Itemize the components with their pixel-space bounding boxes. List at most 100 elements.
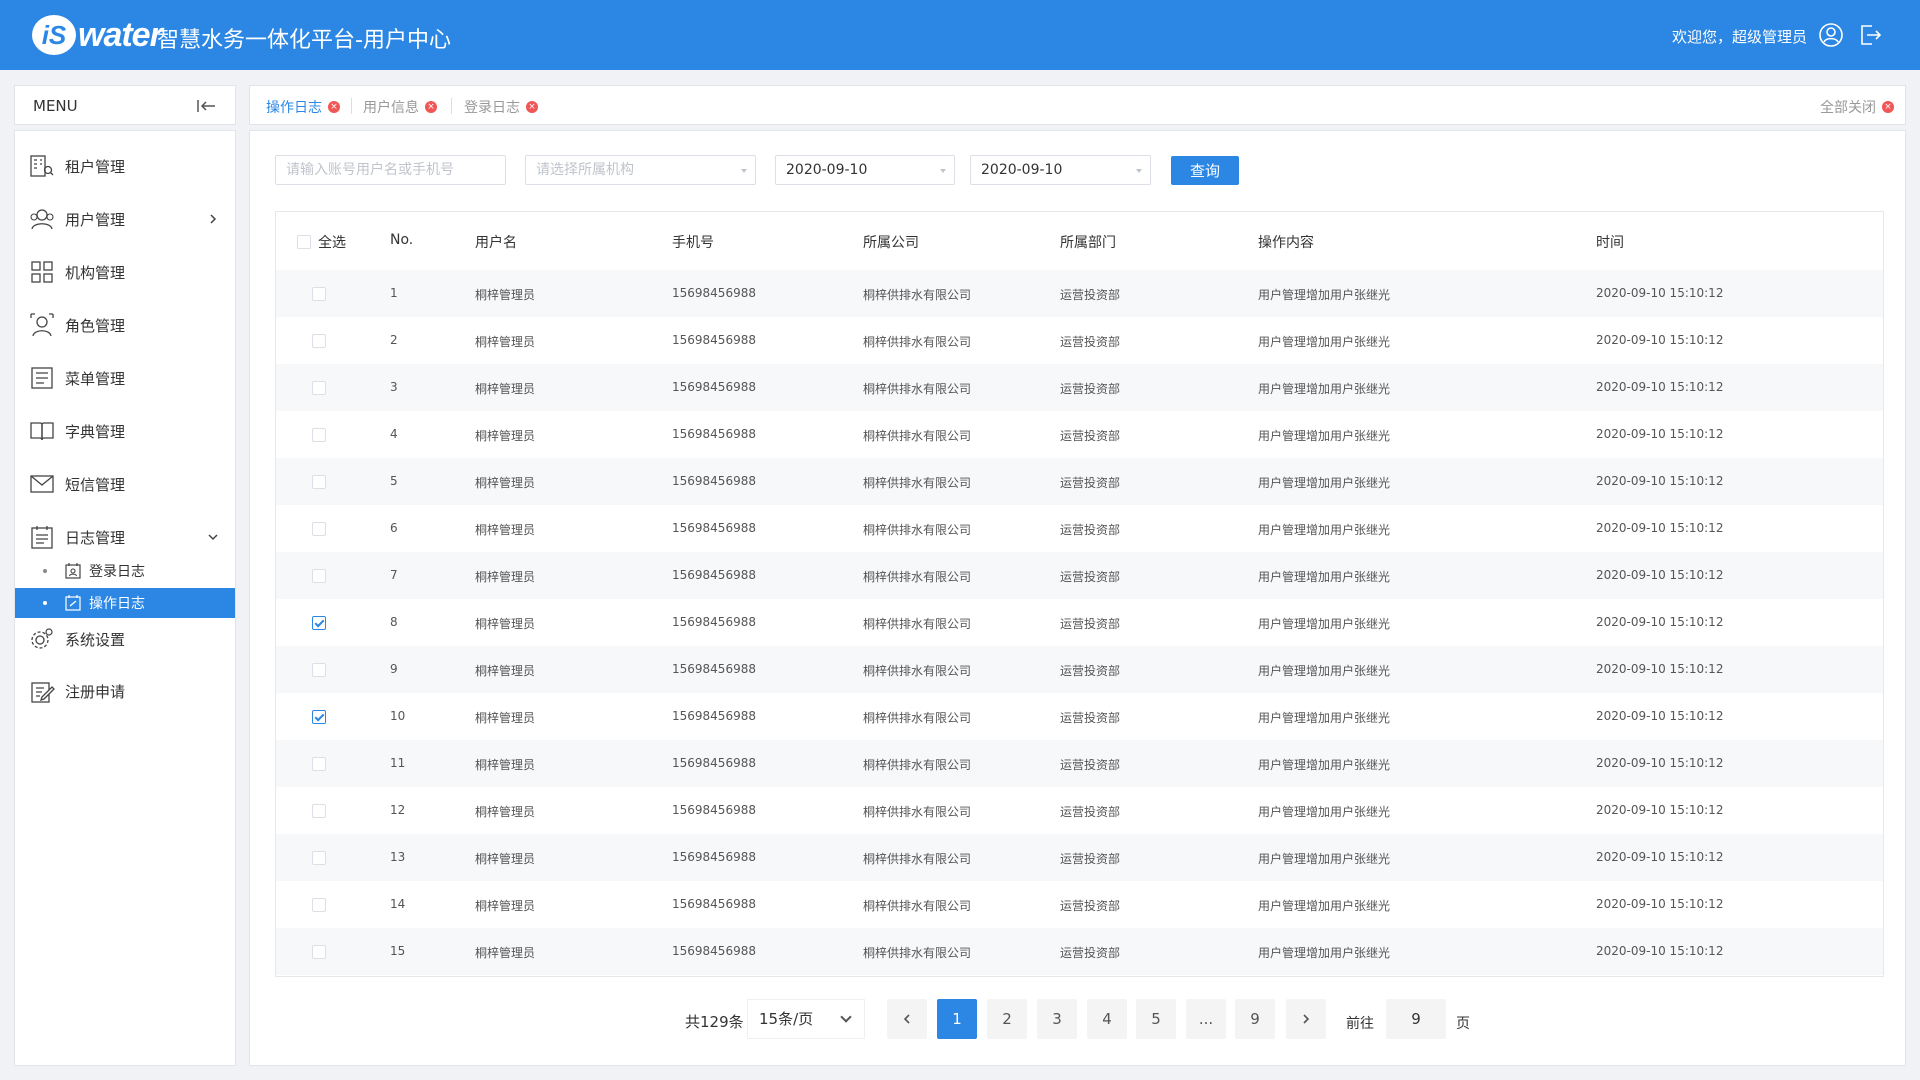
table-row[interactable]: 1 桐梓管理员 15698456988 桐梓供排水有限公司 运营投资部 用户管理增加用户张… [276,270,1883,317]
cell-department: 运营投资部 [1060,288,1121,302]
cell-company: 桐梓供排水有限公司 [863,288,972,302]
query-button[interactable]: 查询 [1171,156,1239,185]
cell-no: 8 [390,615,398,629]
table-row[interactable]: 2 桐梓管理员 15698456988 桐梓供排水有限公司 运营投资部 用户管理增加用户张… [276,317,1883,364]
table-row[interactable]: 14 桐梓管理员 15698456988 桐梓供排水有限公司 运营投资部 用户管理增加用户… [276,881,1883,928]
cell-phone: 15698456988 [672,850,756,864]
table-row[interactable]: 7 桐梓管理员 15698456988 桐梓供排水有限公司 运营投资部 用户管理增加用户张… [276,552,1883,599]
cell-company: 桐梓供排水有限公司 [863,758,972,772]
row-checkbox[interactable] [312,851,326,865]
sidebar-item-org[interactable]: 机构管理 [15,252,235,292]
org-select[interactable]: 请选择所属机构 [525,155,756,185]
table-row[interactable]: 11 桐梓管理员 15698456988 桐梓供排水有限公司 运营投资部 用户管理增加用户… [276,740,1883,787]
cell-no: 3 [390,380,398,394]
cell-time: 2020-09-10 15:10:12 [1596,427,1724,441]
row-checkbox[interactable] [312,522,326,536]
row-checkbox[interactable] [312,898,326,912]
row-checkbox[interactable] [312,381,326,395]
page-button-2[interactable]: 2 [987,999,1027,1039]
sidebar-subitem-label: 登录日志 [89,564,145,580]
goto-page-input[interactable]: 9 [1386,999,1446,1039]
tab-login-log[interactable]: 登录日志 × [464,97,538,117]
collapse-menu-icon[interactable] [195,96,217,116]
sidebar-item-tenant[interactable]: 租户管理 [15,146,235,186]
row-checkbox[interactable] [312,710,326,724]
sidebar-item-log[interactable]: 日志管理 [15,517,235,557]
tab-user-info[interactable]: 用户信息 × [363,97,437,117]
row-checkbox[interactable] [312,945,326,959]
sidebar-item-settings[interactable]: 系统设置 [15,619,235,659]
sidebar-item-menu[interactable]: 菜单管理 [15,358,235,398]
table-row[interactable]: 4 桐梓管理员 15698456988 桐梓供排水有限公司 运营投资部 用户管理增加用户张… [276,411,1883,458]
end-date-select[interactable]: 2020-09-10 [970,155,1151,185]
sidebar-item-users[interactable]: 用户管理 [15,199,235,239]
table-row[interactable]: 8 桐梓管理员 15698456988 桐梓供排水有限公司 运营投资部 用户管理增加用户张… [276,599,1883,646]
start-date-select[interactable]: 2020-09-10 [775,155,955,185]
tab-operation-log[interactable]: 操作日志 × [266,97,340,117]
row-checkbox[interactable] [312,757,326,771]
logo-mark: iS [32,15,76,55]
page-button-9[interactable]: 9 [1235,999,1275,1039]
table-row[interactable]: 3 桐梓管理员 15698456988 桐梓供排水有限公司 运营投资部 用户管理增加用户张… [276,364,1883,411]
row-checkbox[interactable] [312,475,326,489]
select-all-checkbox[interactable] [297,235,311,249]
sidebar-item-dict[interactable]: 字典管理 [15,411,235,451]
cell-action: 用户管理增加用户张继光 [1258,805,1391,819]
cell-department: 运营投资部 [1060,946,1121,960]
sidebar-subitem-login-log[interactable]: 登录日志 [15,556,235,586]
table-row[interactable]: 12 桐梓管理员 15698456988 桐梓供排水有限公司 运营投资部 用户管理增加用户… [276,787,1883,834]
search-input[interactable]: 请输入账号用户名或手机号 [275,155,506,185]
page-button-3[interactable]: 3 [1037,999,1077,1039]
row-checkbox[interactable] [312,334,326,348]
welcome-text: 欢迎您，超级管理员 [1672,28,1808,46]
row-checkbox[interactable] [312,287,326,301]
cell-company: 桐梓供排水有限公司 [863,335,972,349]
cell-company: 桐梓供排水有限公司 [863,570,972,584]
table-row[interactable]: 9 桐梓管理员 15698456988 桐梓供排水有限公司 运营投资部 用户管理增加用户张… [276,646,1883,693]
cell-time: 2020-09-10 15:10:12 [1596,850,1724,864]
page-button-4[interactable]: 4 [1087,999,1127,1039]
sidebar-item-register[interactable]: 注册申请 [15,671,235,711]
close-all-tabs[interactable]: 全部关闭 × [1820,97,1894,117]
row-checkbox[interactable] [312,428,326,442]
sidebar: 租户管理 用户管理 机构管理 角色管理 菜单管理 字典管理 短信管理 日志管理 … [14,130,236,1066]
sidebar-item-label: 用户管理 [65,210,126,229]
start-date-value: 2020-09-10 [786,162,868,178]
logo-text: water [78,15,163,54]
cell-username: 桐梓管理员 [475,288,536,302]
page-ellipsis[interactable]: ... [1186,999,1226,1039]
sidebar-subitem-operation-log[interactable]: 操作日志 [15,588,235,618]
close-icon[interactable]: × [425,101,437,113]
page-button-1[interactable]: 1 [937,999,977,1039]
bullet-dot [43,601,47,605]
row-checkbox[interactable] [312,804,326,818]
app-header: iS water 智慧水务一体化平台-用户中心 欢迎您，超级管理员 [0,0,1920,70]
logout-icon[interactable] [1857,22,1883,48]
table-row[interactable]: 10 桐梓管理员 15698456988 桐梓供排水有限公司 运营投资部 用户管理增加用户… [276,693,1883,740]
next-page-button[interactable] [1286,999,1326,1039]
close-icon[interactable]: × [328,101,340,113]
tab-label: 用户信息 [363,100,419,116]
close-icon[interactable]: × [526,101,538,113]
bullet-dot [43,569,47,573]
user-profile-icon[interactable] [1818,22,1844,48]
cell-username: 桐梓管理员 [475,899,536,913]
book-icon [30,422,54,441]
cell-username: 桐梓管理员 [475,476,536,490]
page-button-5[interactable]: 5 [1136,999,1176,1039]
table-row[interactable]: 13 桐梓管理员 15698456988 桐梓供排水有限公司 运营投资部 用户管理增加用户… [276,834,1883,881]
table-row[interactable]: 5 桐梓管理员 15698456988 桐梓供排水有限公司 运营投资部 用户管理增加用户张… [276,458,1883,505]
table-row[interactable]: 15 桐梓管理员 15698456988 桐梓供排水有限公司 运营投资部 用户管理增加用户… [276,928,1883,975]
row-checkbox[interactable] [312,663,326,677]
sidebar-item-role[interactable]: 角色管理 [15,305,235,345]
page-size-select[interactable]: 15条/页 [747,999,865,1039]
table-row[interactable]: 6 桐梓管理员 15698456988 桐梓供排水有限公司 运营投资部 用户管理增加用户张… [276,505,1883,552]
cell-company: 桐梓供排水有限公司 [863,711,972,725]
close-icon[interactable]: × [1882,101,1894,113]
row-checkbox[interactable] [312,569,326,583]
row-checkbox[interactable] [312,616,326,630]
sidebar-item-sms[interactable]: 短信管理 [15,464,235,504]
cell-phone: 15698456988 [672,756,756,770]
cell-department: 运营投资部 [1060,805,1121,819]
prev-page-button[interactable] [887,999,927,1039]
